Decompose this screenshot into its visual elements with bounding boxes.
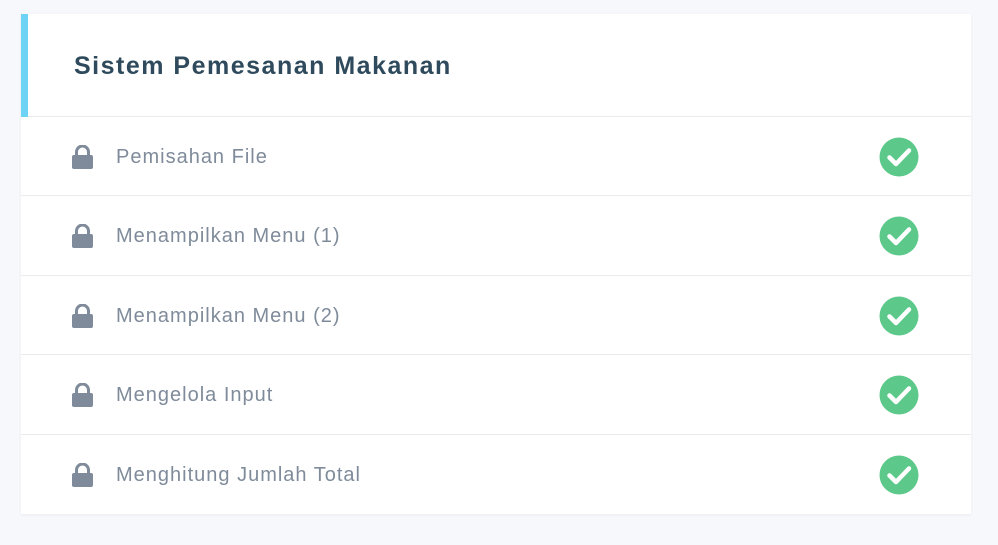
course-header: Sistem Pemesanan Makanan [21, 14, 971, 117]
course-card: Sistem Pemesanan Makanan Pemisahan File … [21, 14, 971, 514]
lesson-label[interactable]: Menghitung Jumlah Total [116, 464, 361, 487]
lock-icon [72, 462, 93, 487]
lesson-label[interactable]: Menampilkan Menu (2) [116, 305, 341, 328]
lesson-label[interactable]: Menampilkan Menu (1) [116, 225, 341, 248]
check-circle-icon [879, 216, 919, 256]
check-circle-icon [879, 137, 919, 177]
check-circle-icon [879, 375, 919, 415]
lock-icon [72, 383, 93, 408]
lesson-row[interactable]: Menampilkan Menu (1) [21, 196, 971, 276]
header-accent-bar [21, 14, 28, 117]
lesson-row[interactable]: Menampilkan Menu (2) [21, 276, 971, 356]
check-circle-icon [879, 455, 919, 495]
lesson-row[interactable]: Mengelola Input [21, 355, 971, 435]
course-title: Sistem Pemesanan Makanan [74, 52, 452, 80]
lock-icon [72, 145, 93, 169]
lock-icon [72, 303, 93, 328]
lesson-label[interactable]: Mengelola Input [116, 384, 273, 407]
lesson-row[interactable]: Pemisahan File [21, 117, 971, 197]
lesson-label[interactable]: Pemisahan File [116, 146, 268, 169]
lock-icon [72, 224, 93, 249]
lesson-row[interactable]: Menghitung Jumlah Total [21, 435, 971, 514]
check-circle-icon [879, 296, 919, 336]
